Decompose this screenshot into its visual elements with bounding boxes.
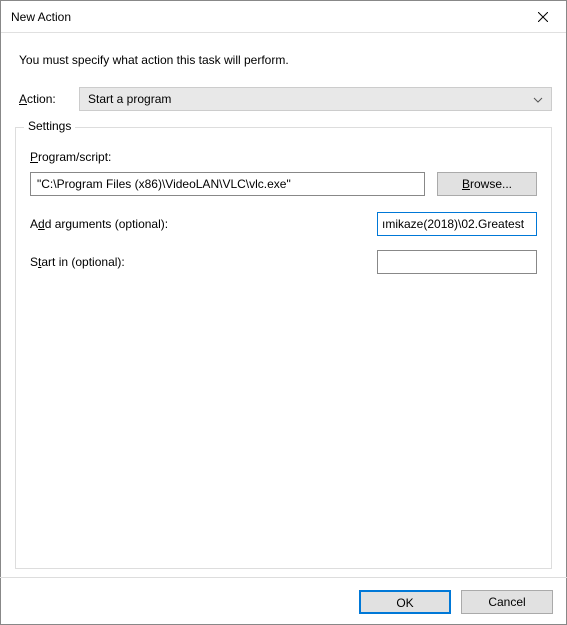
ok-button[interactable]: OK bbox=[359, 590, 451, 614]
startin-input[interactable] bbox=[377, 250, 537, 274]
program-input-value: "C:\Program Files (x86)\VideoLAN\VLC\vlc… bbox=[37, 177, 291, 191]
cancel-button[interactable]: Cancel bbox=[461, 590, 553, 614]
action-label: Action: bbox=[19, 92, 79, 106]
settings-group: Settings Program/script: "C:\Program Fil… bbox=[15, 127, 552, 569]
close-button[interactable] bbox=[520, 1, 566, 33]
arguments-input[interactable]: ımikaze(2018)\02.Greatest bbox=[377, 212, 537, 236]
program-input[interactable]: "C:\Program Files (x86)\VideoLAN\VLC\vlc… bbox=[30, 172, 425, 196]
instruction-text: You must specify what action this task w… bbox=[15, 53, 552, 67]
startin-row: Start in (optional): bbox=[30, 250, 537, 274]
arguments-input-value: ımikaze(2018)\02.Greatest bbox=[382, 217, 524, 231]
close-icon bbox=[538, 12, 548, 22]
title-bar: New Action bbox=[1, 1, 566, 33]
action-dropdown[interactable]: Start a program bbox=[79, 87, 552, 111]
window-title: New Action bbox=[11, 10, 520, 24]
arguments-row: Add arguments (optional): ımikaze(2018)\… bbox=[30, 212, 537, 236]
dialog-content: You must specify what action this task w… bbox=[1, 33, 566, 569]
browse-button[interactable]: Browse... bbox=[437, 172, 537, 196]
arguments-label: Add arguments (optional): bbox=[30, 217, 377, 231]
startin-label: Start in (optional): bbox=[30, 255, 377, 269]
program-label: Program/script: bbox=[30, 150, 537, 164]
settings-legend: Settings bbox=[24, 119, 75, 133]
chevron-down-icon bbox=[533, 92, 543, 106]
action-row: Action: Start a program bbox=[15, 87, 552, 111]
button-bar: OK Cancel bbox=[0, 577, 567, 625]
action-selected-value: Start a program bbox=[88, 92, 171, 106]
program-row: "C:\Program Files (x86)\VideoLAN\VLC\vlc… bbox=[30, 172, 537, 196]
